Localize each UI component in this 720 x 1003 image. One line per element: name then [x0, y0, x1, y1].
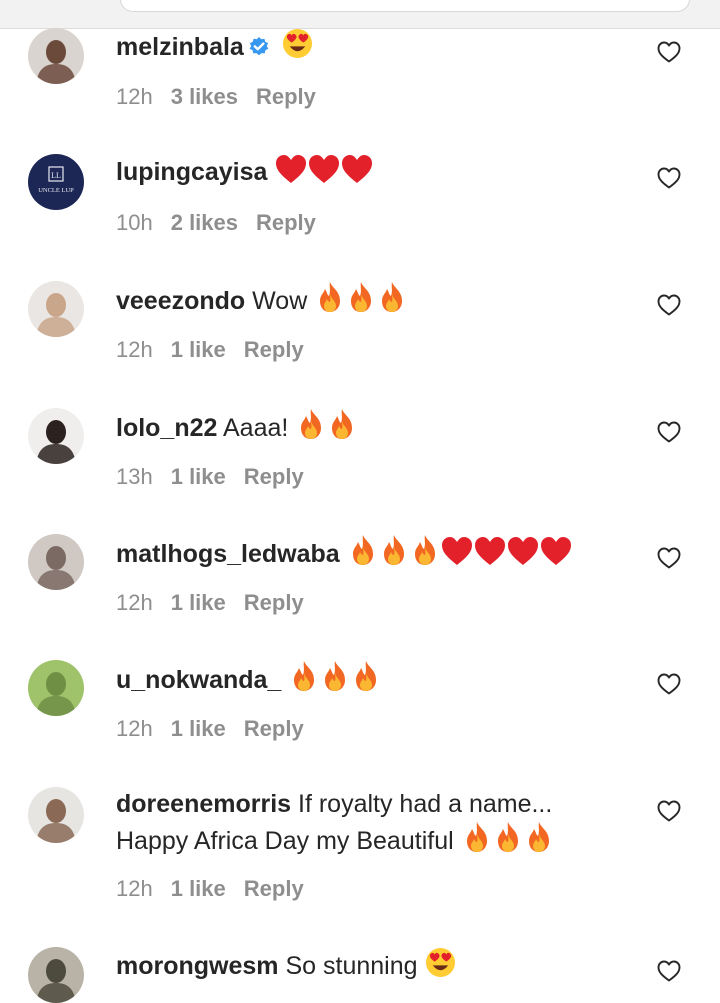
username[interactable]: lupingcayisa	[116, 158, 267, 186]
red-heart-emoji-icon	[540, 536, 572, 566]
avatar[interactable]	[28, 281, 84, 337]
fire-emoji-icon	[351, 660, 381, 692]
comment-time: 13h	[116, 464, 153, 489]
comment-body: So stunning	[285, 952, 418, 980]
fire-emoji-icon	[320, 660, 350, 692]
svg-text:LL: LL	[51, 171, 61, 180]
like-heart-icon[interactable]	[657, 421, 681, 443]
fire-emoji-icon	[296, 408, 326, 440]
like-heart-icon[interactable]	[657, 800, 681, 822]
comment-text: u_nokwanda_	[116, 660, 381, 696]
comment-body: Aaaa!	[223, 414, 289, 442]
comment-time: 12h	[116, 716, 153, 741]
avatar[interactable]	[28, 534, 84, 590]
fire-emoji-icon	[379, 534, 409, 566]
comment-text: matlhogs_ledwaba	[116, 534, 572, 570]
comment-time: 10h	[116, 210, 153, 235]
fire-emoji-icon	[289, 660, 319, 692]
comment-meta: 13h 1 like Reply	[116, 464, 322, 490]
likes-count[interactable]: 3 likes	[171, 84, 238, 109]
comment-time: 12h	[116, 590, 153, 615]
like-heart-icon[interactable]	[657, 294, 681, 316]
fire-emoji-icon	[410, 534, 440, 566]
avatar[interactable]	[28, 787, 84, 843]
avatar-logo-text: UNCLE LUP	[38, 187, 74, 194]
avatar[interactable]: LL UNCLE LUP	[28, 154, 84, 210]
comment-body: Wow	[252, 287, 308, 315]
likes-count[interactable]: 1 like	[171, 590, 226, 615]
avatar[interactable]	[28, 28, 84, 84]
reply-button[interactable]: Reply	[244, 716, 304, 741]
likes-count[interactable]: 1 like	[171, 337, 226, 362]
comment-meta: 12h 1 like Reply	[116, 876, 322, 902]
like-heart-icon[interactable]	[657, 547, 681, 569]
fire-emoji-icon	[327, 408, 357, 440]
fire-emoji-icon	[462, 821, 492, 853]
likes-count[interactable]: 1 like	[171, 716, 226, 741]
fire-emoji-icon	[348, 534, 378, 566]
red-heart-emoji-icon	[308, 154, 340, 184]
like-heart-icon[interactable]	[657, 960, 681, 982]
reply-button[interactable]: Reply	[244, 590, 304, 615]
like-heart-icon[interactable]	[657, 673, 681, 695]
comment-text: doreenemorris If royalty had a name... H…	[116, 787, 606, 858]
red-heart-emoji-icon	[275, 154, 307, 184]
comment-meta: 12h 3 likes Reply	[116, 84, 334, 110]
red-heart-emoji-icon	[474, 536, 506, 566]
username[interactable]: u_nokwanda_	[116, 666, 281, 694]
username[interactable]: veeezondo	[116, 287, 245, 315]
verified-badge-icon	[248, 34, 270, 66]
fire-emoji-icon	[524, 821, 554, 853]
reply-button[interactable]: Reply	[256, 210, 316, 235]
comment-time: 12h	[116, 84, 153, 109]
comment-text: lupingcayisa	[116, 154, 373, 188]
comment-meta: 12h 1 like Reply	[116, 590, 322, 616]
avatar[interactable]	[28, 660, 84, 716]
red-heart-emoji-icon	[341, 154, 373, 184]
avatar[interactable]	[28, 408, 84, 464]
like-heart-icon[interactable]	[657, 167, 681, 189]
browser-top-bar	[0, 0, 720, 29]
username[interactable]: doreenemorris	[116, 790, 291, 818]
avatar[interactable]	[28, 947, 84, 1003]
username[interactable]: morongwesm	[116, 952, 279, 980]
comment-text: lolo_n22 Aaaa!	[116, 408, 357, 444]
likes-count[interactable]: 1 like	[171, 464, 226, 489]
comment-text: melzinbala	[116, 28, 313, 66]
fire-emoji-icon	[315, 281, 345, 313]
red-heart-emoji-icon	[441, 536, 473, 566]
red-heart-emoji-icon	[507, 536, 539, 566]
fire-emoji-icon	[493, 821, 523, 853]
username[interactable]: melzinbala	[116, 33, 244, 61]
reply-button[interactable]: Reply	[244, 464, 304, 489]
comment-time: 12h	[116, 337, 153, 362]
reply-button[interactable]: Reply	[256, 84, 316, 109]
likes-count[interactable]: 1 like	[171, 876, 226, 901]
reply-button[interactable]: Reply	[244, 337, 304, 362]
reply-button[interactable]: Reply	[244, 876, 304, 901]
username[interactable]: matlhogs_ledwaba	[116, 540, 340, 568]
comment-meta: 12h 1 like Reply	[116, 337, 322, 363]
username[interactable]: lolo_n22	[116, 414, 217, 442]
comment-text: veeezondo Wow	[116, 281, 407, 317]
fire-emoji-icon	[346, 281, 376, 313]
comment-time: 12h	[116, 876, 153, 901]
comment-meta: 12h 1 like Reply	[116, 716, 322, 742]
url-bar[interactable]	[120, 0, 690, 12]
likes-count[interactable]: 2 likes	[171, 210, 238, 235]
heart-eyes-emoji-icon	[425, 947, 456, 978]
comment-meta: 10h 2 likes Reply	[116, 210, 334, 236]
like-heart-icon[interactable]	[657, 41, 681, 63]
heart-eyes-emoji-icon	[282, 28, 313, 59]
fire-emoji-icon	[377, 281, 407, 313]
comment-text: morongwesm So stunning	[116, 947, 456, 982]
